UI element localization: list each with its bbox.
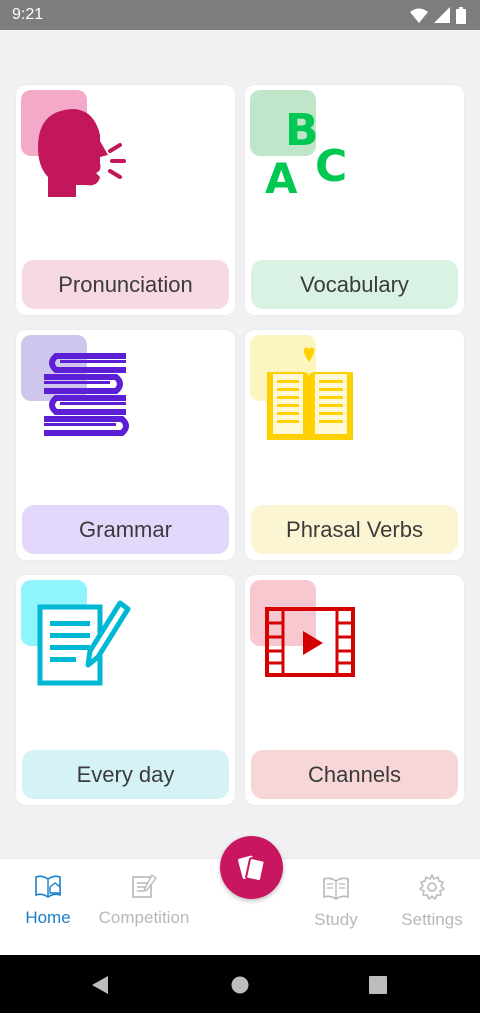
abc-letters-icon: B C A (265, 105, 347, 203)
flashcards-button[interactable] (220, 836, 283, 899)
category-card-grammar[interactable]: Grammar (16, 330, 235, 560)
nav-item-home[interactable]: Home (0, 859, 96, 956)
category-label: Grammar (22, 505, 229, 554)
category-label: Channels (251, 750, 458, 799)
battery-icon (456, 6, 466, 24)
category-label: Pronunciation (22, 260, 229, 309)
nav-label: Competition (98, 908, 190, 927)
nav-item-settings[interactable]: Settings (384, 859, 480, 956)
category-card-phrasal-verbs[interactable]: Phrasal Verbs (245, 330, 464, 560)
home-circle-icon[interactable] (231, 976, 249, 994)
nav-label: Home (25, 908, 71, 927)
notepad-pencil-icon (37, 600, 131, 686)
status-icons (410, 6, 466, 24)
wifi-icon (410, 8, 428, 23)
svg-text:A: A (265, 154, 298, 203)
open-book-heart-icon (267, 347, 353, 440)
nav-item-study[interactable]: Study (288, 859, 384, 956)
speaking-head-icon (38, 109, 126, 197)
pencil-document-icon (132, 873, 157, 898)
svg-text:C: C (315, 141, 347, 192)
signal-icon (434, 7, 450, 23)
nav-item-competition[interactable]: Competition (96, 859, 192, 956)
category-label: Vocabulary (251, 260, 458, 309)
status-bar: 9:21 (0, 0, 480, 30)
category-label: Every day (22, 750, 229, 799)
reading-book-icon (323, 877, 349, 900)
category-label: Phrasal Verbs (251, 505, 458, 554)
recents-icon[interactable] (369, 976, 387, 994)
nav-label: Settings (401, 910, 463, 929)
home-book-icon (35, 875, 61, 898)
stacked-books-icon (44, 353, 129, 436)
home-screen: Pronunciation B C A Vocabulary Grammar P… (0, 30, 480, 858)
category-card-pronunciation[interactable]: Pronunciation (16, 85, 235, 315)
status-time: 9:21 (12, 6, 44, 23)
svg-text:B: B (285, 105, 319, 156)
gear-icon (419, 874, 445, 900)
flashcards-icon (237, 855, 266, 882)
category-card-vocabulary[interactable]: B C A Vocabulary (245, 85, 464, 315)
system-nav-bar (0, 955, 480, 1013)
category-card-every-day[interactable]: Every day (16, 575, 235, 805)
film-play-icon (265, 607, 355, 677)
category-card-channels[interactable]: Channels (245, 575, 464, 805)
nav-label: Study (314, 910, 358, 929)
back-icon[interactable] (90, 975, 110, 995)
